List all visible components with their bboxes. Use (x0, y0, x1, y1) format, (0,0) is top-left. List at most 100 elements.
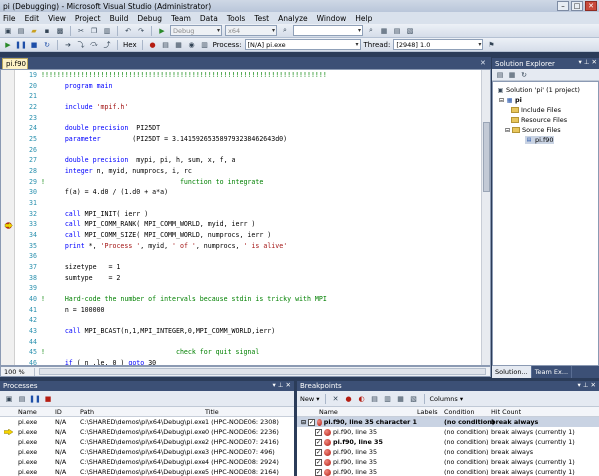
step-out-icon[interactable]: ⤴ (102, 40, 112, 50)
process-row[interactable]: pi.exe N/A C:\SHARED\demos\pi\x64\Debug\pi… (0, 427, 294, 437)
breakpoint-row[interactable]: ✓ pi.f90, line 35 (no condition) break alwa… (297, 447, 599, 457)
solution-config-dropdown[interactable]: Debug ▾ (170, 25, 222, 36)
breakpoint-enabled-checkbox[interactable]: ✓ (315, 428, 322, 436)
editor-vertical-scrollbar[interactable] (481, 70, 490, 365)
editor-horizontal-scrollbar[interactable] (39, 368, 486, 375)
menu-tools[interactable]: Tools (227, 14, 245, 23)
menu-test[interactable]: Test (254, 14, 269, 23)
toolbox-icon[interactable]: ▧ (405, 26, 415, 36)
find-in-files-icon[interactable]: ⌕ (366, 26, 376, 36)
toggle-all-icon[interactable]: ◐ (357, 394, 367, 404)
process-dropdown[interactable]: [N/A] pi.exe ▾ (244, 39, 361, 50)
code-line[interactable]: sizetype = 1 (41, 262, 481, 273)
maximize-button[interactable]: □ (571, 1, 583, 11)
locals-icon[interactable]: ▦ (174, 40, 184, 50)
code-line[interactable]: sumtype = 2 (41, 273, 481, 284)
breakpoint-enabled-checkbox[interactable]: ✓ (315, 438, 322, 446)
hex-toggle[interactable]: Hex (123, 41, 137, 49)
zoom-level[interactable]: 100 % (1, 367, 35, 376)
menu-project[interactable]: Project (75, 14, 101, 23)
columns-button[interactable]: Columns ▾ (430, 395, 464, 403)
collapse-icon[interactable]: ⊟ (499, 97, 504, 104)
stop-icon[interactable]: ■ (29, 40, 39, 50)
code-line[interactable]: include 'mpif.h' (41, 102, 481, 113)
menu-edit[interactable]: Edit (25, 14, 40, 23)
breakpoint-enabled-checkbox[interactable]: ✓ (308, 418, 316, 426)
code-line[interactable]: !!!!!!!!!!!!!!!!!!!!!!!!!!!!!!!!!!!!!!!!… (41, 70, 481, 81)
save-all-icon[interactable]: ▩ (55, 26, 65, 36)
delete-icon[interactable]: ✕ (331, 394, 341, 404)
code-line[interactable] (41, 251, 481, 262)
add-item-icon[interactable]: ▤ (16, 26, 26, 36)
column-header-path[interactable]: Path (80, 408, 205, 416)
code-line[interactable]: f(a) = 4.d0 / (1.d0 + a*a) (41, 187, 481, 198)
flag-thread-icon[interactable]: ⚑ (486, 40, 496, 50)
copy-icon[interactable]: ❐ (89, 26, 99, 36)
menu-help[interactable]: Help (355, 14, 372, 23)
menu-analyze[interactable]: Analyze (278, 14, 308, 23)
file-node-pi-f90[interactable]: ▤ pi.f90 (525, 136, 554, 144)
code-line[interactable]: program main (41, 81, 481, 92)
thread-dropdown[interactable]: [2948] 1.0 ▾ (393, 39, 484, 50)
tab-solution-explorer[interactable]: Solution... (492, 366, 532, 378)
go-to-source-icon[interactable]: ▦ (396, 394, 406, 404)
terminate-process-icon[interactable]: ■ (43, 394, 53, 404)
column-header-name[interactable]: Name (0, 408, 55, 416)
column-header-id[interactable]: ID (55, 408, 80, 416)
close-tab-icon[interactable]: ✕ (480, 59, 486, 67)
project-node[interactable]: ⊟ ▦ pi (499, 96, 522, 104)
continue-icon[interactable]: ▶ (3, 40, 13, 50)
column-header-condition[interactable]: Condition (444, 408, 491, 416)
restart-icon[interactable]: ↻ (42, 40, 52, 50)
cut-icon[interactable]: ✂ (76, 26, 86, 36)
new-breakpoint-button[interactable]: New ▾ (300, 395, 320, 403)
breakpoint-enabled-checkbox[interactable]: ✓ (315, 458, 322, 466)
platform-dropdown[interactable]: x64 ▾ (225, 25, 277, 36)
undo-icon[interactable]: ↶ (123, 26, 133, 36)
menu-view[interactable]: View (48, 14, 66, 23)
show-all-files-icon[interactable]: ▦ (507, 70, 517, 80)
breakpoint-row[interactable]: ✓ pi.f90, line 35 (no condition) break alwa… (297, 457, 599, 467)
minimize-button[interactable]: – (557, 1, 569, 11)
code-line[interactable]: ! Hard-code the number of intervals beca… (41, 294, 481, 305)
code-line[interactable] (41, 113, 481, 124)
pin-icon[interactable]: ▾ ⊥ ✕ (578, 58, 597, 66)
folder-include-files[interactable]: Include Files (511, 106, 561, 114)
process-row[interactable]: pi.exe N/A C:\SHARED\demos\pi\x64\Debug\pi… (0, 437, 294, 447)
collapse-icon[interactable]: ⊟ (505, 127, 510, 134)
process-row[interactable]: pi.exe N/A C:\SHARED\demos\pi\x64\Debug\pi… (0, 467, 294, 476)
breakpoint-row[interactable]: ✓ pi.f90, line 35 (no condition) break alwa… (297, 427, 599, 437)
code-line[interactable]: double precision PI25DT (41, 123, 481, 134)
column-header-hit-count[interactable]: Hit Count (491, 408, 599, 416)
pin-icon[interactable]: ▾ ⊥ ✕ (272, 381, 291, 389)
indicator-margin[interactable] (1, 70, 15, 365)
menu-team[interactable]: Team (171, 14, 191, 23)
collapse-icon[interactable]: ⊟ (301, 419, 306, 426)
open-icon[interactable]: ▰ (29, 26, 39, 36)
go-to-disassembly-icon[interactable]: ▧ (409, 394, 419, 404)
call-stack-icon[interactable]: ▥ (200, 40, 210, 50)
code-line[interactable]: print *, 'Process ', myid, ' of ', numpr… (41, 241, 481, 252)
breakpoints-window-icon[interactable]: ● (148, 40, 158, 50)
breakpoint-enabled-checkbox[interactable]: ✓ (315, 448, 322, 456)
watch-icon[interactable]: ◉ (187, 40, 197, 50)
properties-icon[interactable]: ▤ (495, 70, 505, 80)
folder-source-files[interactable]: ⊟ Source Files (505, 126, 561, 134)
breakpoint-enabled-checkbox[interactable]: ✓ (315, 468, 322, 476)
show-next-statement-icon[interactable]: ➔ (63, 40, 73, 50)
code-editor[interactable]: 19 20 21 22 23 24 25 26 27 28 29 30 31 32 33 34 35 36 37 38… (0, 69, 491, 366)
code-line[interactable]: integer n, myid, numprocs, i, rc (41, 166, 481, 177)
redo-icon[interactable]: ↷ (136, 26, 146, 36)
menu-data[interactable]: Data (200, 14, 218, 23)
editor-tab-pi-f90[interactable]: pi.f90 (2, 58, 28, 69)
properties-icon[interactable]: ▤ (392, 26, 402, 36)
code-line[interactable]: parameter (PI25DT = 3.141592653589793238… (41, 134, 481, 145)
code-line[interactable] (41, 145, 481, 156)
close-button[interactable]: ✕ (585, 1, 597, 11)
refresh-icon[interactable]: ↻ (519, 70, 529, 80)
solution-node[interactable]: ▣ Solution 'pi' (1 project) (497, 86, 580, 94)
pin-icon[interactable]: ▾ ⊥ ✕ (577, 381, 596, 389)
code-line[interactable] (41, 315, 481, 326)
step-over-icon[interactable]: ⤼ (89, 40, 99, 50)
process-row[interactable]: pi.exe N/A C:\SHARED\demos\pi\x64\Debug\pi… (0, 447, 294, 457)
